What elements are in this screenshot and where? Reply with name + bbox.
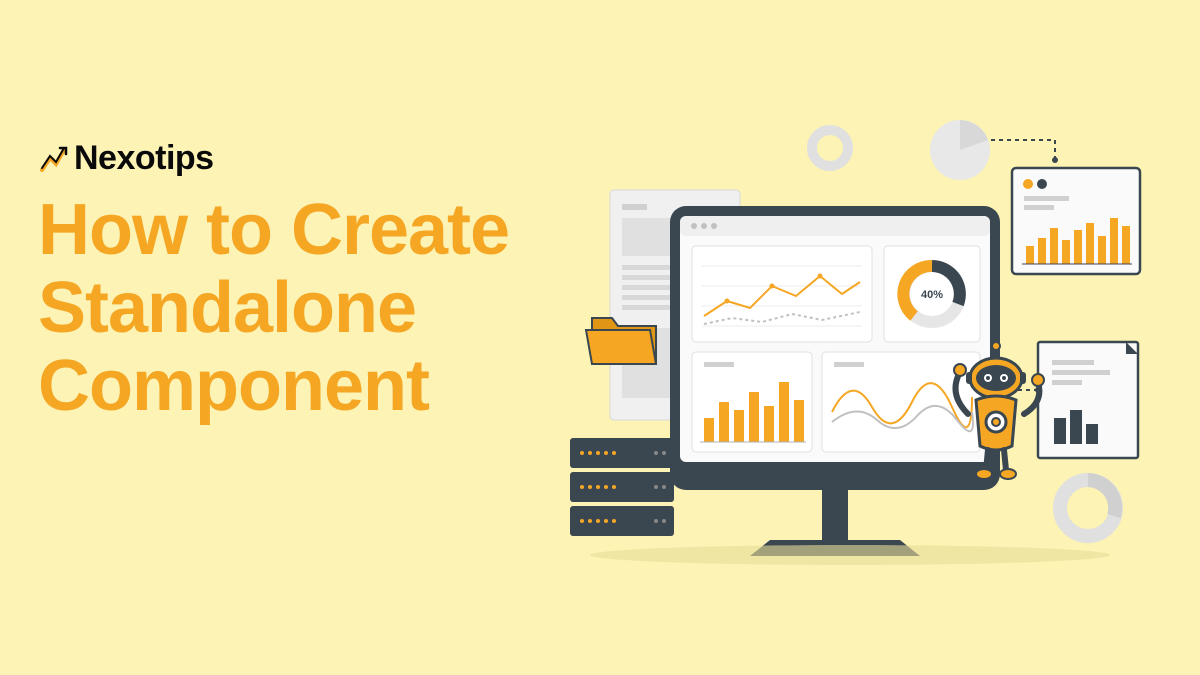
donut-chart-icon bbox=[1060, 480, 1116, 536]
headline-line-1: How to Create bbox=[38, 192, 509, 270]
brand-arrow-icon bbox=[38, 144, 68, 174]
dashboard-illustration: 40% bbox=[550, 110, 1160, 570]
monitor-icon: 40% bbox=[670, 206, 1000, 556]
headline-line-3: Component bbox=[38, 348, 509, 426]
donut-percentage-label: 40% bbox=[921, 289, 943, 301]
pie-chart-icon bbox=[930, 120, 990, 180]
bar-chart-card-icon bbox=[1012, 168, 1140, 274]
headline-line-2: Standalone bbox=[38, 270, 509, 348]
report-paper-icon bbox=[1038, 342, 1138, 458]
brand-name: Nexotips bbox=[74, 139, 214, 178]
donut-icon bbox=[812, 130, 848, 166]
brand-logo: Nexotips bbox=[38, 139, 214, 178]
page-title: How to Create Standalone Component bbox=[38, 192, 509, 425]
server-stack-icon bbox=[570, 438, 674, 536]
